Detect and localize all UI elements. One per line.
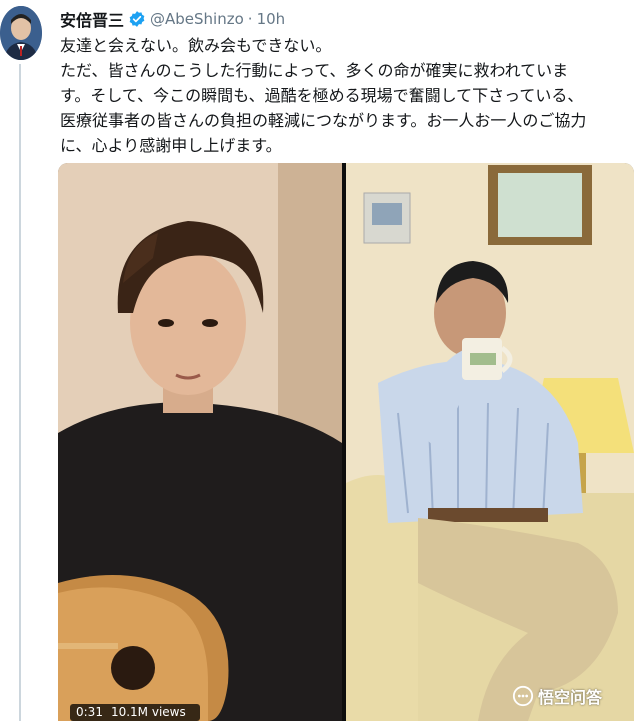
- verified-badge-icon: [129, 11, 145, 27]
- left-video-panel: [58, 163, 342, 721]
- tweet-line: に、心より感謝申し上げます。: [60, 136, 282, 155]
- separator-dot: ·: [247, 10, 253, 28]
- video-duration: 0:31: [76, 705, 103, 719]
- right-video-panel: [346, 163, 634, 721]
- thread-line: [19, 64, 21, 721]
- watermark: 悟空问答: [512, 683, 602, 709]
- video-player[interactable]: [58, 163, 634, 721]
- video-frame: [58, 163, 634, 721]
- author-handle[interactable]: @AbeShinzo: [150, 10, 244, 28]
- tweet-line: ただ、皆さんのこうした行動によって、多くの命が確実に救われていま: [60, 61, 569, 80]
- tweet-line: 友達と会えない。飲み会もできない。: [60, 36, 332, 55]
- author-name[interactable]: 安倍晋三: [60, 7, 124, 31]
- avatar-photo: [0, 6, 42, 60]
- video-views: 10.1M views: [110, 705, 186, 719]
- watermark-text: 悟空问答: [538, 688, 603, 707]
- video-stats-badge: 0:31 10.1M views: [70, 704, 200, 721]
- tweet-text: 友達と会えない。飲み会もできない。 ただ、皆さんのこうした行動によって、多くの命…: [60, 33, 630, 158]
- tweet-header: 安倍晋三 @AbeShinzo · 10h: [60, 8, 285, 30]
- timestamp[interactable]: 10h: [257, 10, 286, 28]
- tweet-line: す。そして、今この瞬間も、過酷を極める現場で奮闘して下さっている、: [60, 86, 584, 105]
- tweet-line: 医療従事者の皆さんの負担の軽減につながります。お一人お一人のご協力: [60, 111, 587, 130]
- chat-bubble-icon: [512, 685, 534, 707]
- avatar[interactable]: [0, 6, 42, 60]
